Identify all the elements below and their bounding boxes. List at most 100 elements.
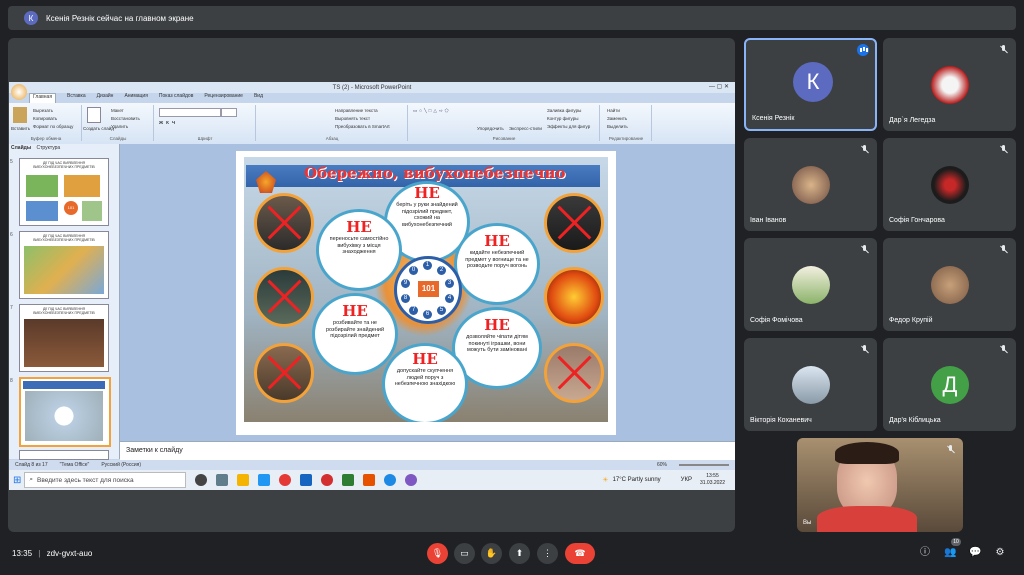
chat-icon[interactable]: 💬 (969, 547, 981, 559)
thumb-title: ДІЇ ПІД ЧАС ВИЯВЛЕННЯ ВИБУХОНЕБЕЗПЕЧНИХ … (33, 307, 95, 315)
mic-off-icon (860, 245, 869, 254)
mic-toggle-button[interactable]: 🎙 (427, 543, 448, 564)
paragraph-group: Направление текста Выровнять текст Преоб… (257, 105, 408, 141)
participant-tile[interactable]: Софія Фомічова (744, 238, 877, 331)
align-text-button[interactable]: Выровнять текст (335, 115, 370, 122)
font-size-select[interactable] (221, 108, 237, 117)
ne-label: НЕ (484, 316, 510, 334)
slide-number: 6 (10, 232, 13, 238)
smartart-button[interactable]: Преобразовать в SmartArt (335, 123, 390, 130)
cortana-icon[interactable] (195, 474, 208, 486)
tray-lang[interactable]: УКР (681, 477, 692, 483)
ne-label: НЕ (484, 232, 510, 250)
present-button[interactable]: ⬆ (509, 543, 530, 564)
new-slide-label[interactable]: Создать слайд (83, 125, 114, 132)
layout-button[interactable]: Макет (111, 107, 124, 114)
slide-counter: Слайд 8 из 17 (15, 462, 48, 468)
tab-review[interactable]: Рецензирование (204, 93, 243, 103)
self-view-tile[interactable]: Вы (797, 438, 963, 532)
replace-button[interactable]: Заменить (607, 115, 627, 122)
tab-outline[interactable]: Структура (36, 145, 60, 151)
powerpoint-taskbar-icon[interactable] (363, 474, 376, 486)
notes-pane[interactable]: Заметки к слайду (120, 441, 735, 461)
dial-digit: 9 (401, 279, 410, 288)
slide-thumbnail-7[interactable]: ДІЇ ПІД ЧАС ВИЯВЛЕННЯ ВИБУХОНЕБЕЗПЕЧНИХ … (19, 304, 109, 372)
tab-slideshow[interactable]: Показ слайдов (159, 93, 193, 103)
zoom-level[interactable]: 60% (657, 462, 667, 468)
shape-effects-button[interactable]: Эффекты для фигур (547, 123, 590, 130)
edge-icon[interactable] (300, 474, 313, 486)
participant-tile[interactable]: Федор Крупій (883, 238, 1016, 331)
shape-fill-button[interactable]: Заливка фигуры (547, 107, 581, 114)
zoom-slider[interactable] (679, 464, 729, 466)
slide-thumbnail-5[interactable]: ДІЇ ПІД ЧАС ВИЯВЛЕННЯ ВИБУХОНЕБЕЗПЕЧНИХ … (19, 158, 109, 226)
participant-tile[interactable]: Софія Гончарова (883, 138, 1016, 231)
chrome-icon[interactable] (279, 474, 292, 486)
drawing-group: ▭○╲□△⇨⬠ Упорядочить Экспресс-стили Залив… (409, 105, 600, 141)
participant-tile[interactable]: Вікторія Коханевич (744, 338, 877, 431)
presenting-notification: К Ксенія Резнік сейчас на главном экране (8, 6, 1016, 30)
window-controls-icon[interactable]: — ▢ ✕ (709, 83, 729, 90)
slide-thumbnail-6[interactable]: ДІЇ ПІД ЧАС ВИЯВЛЕННЯ ВИБУХОНЕБЕЗПЕЧНИХ … (19, 231, 109, 299)
copy-button[interactable]: Копировать (33, 115, 57, 122)
meeting-code[interactable]: zdv-gvxt-auo (47, 549, 93, 558)
font-style-buttons[interactable]: ЖКЧ (159, 119, 178, 126)
participant-tile[interactable]: Д Дар'я Кіблицька (883, 338, 1016, 431)
font-name-select[interactable] (159, 108, 221, 117)
opera-icon[interactable] (321, 474, 334, 486)
avatar (792, 166, 830, 204)
camera-toggle-button[interactable]: ▭ (454, 543, 475, 564)
cross-icon (257, 270, 311, 324)
quick-styles-button[interactable]: Экспресс-стили (509, 125, 542, 132)
paragraph-group-label: Абзац (325, 136, 339, 141)
more-options-button[interactable]: ⋮ (537, 543, 558, 564)
raise-hand-button[interactable]: ✋ (481, 543, 502, 564)
windows-start-icon[interactable]: ⊞ (13, 475, 21, 486)
meeting-details-icon[interactable]: ⓘ (919, 547, 931, 559)
tab-home[interactable]: Главная (29, 93, 57, 103)
shape-outline-button[interactable]: Контур фигуры (547, 115, 578, 122)
taskbar-clock[interactable]: 13:55 31.03.2022 (700, 473, 725, 487)
excel-icon[interactable] (342, 474, 355, 486)
taskbar-date: 31.03.2022 (699, 480, 725, 486)
tab-animation[interactable]: Анимация (124, 93, 147, 103)
tab-design[interactable]: Дизайн (97, 93, 114, 103)
arrange-button[interactable]: Упорядочить (477, 125, 504, 132)
taskbar-search[interactable]: ⌕ Введите здесь текст для поиска (24, 472, 187, 488)
select-button[interactable]: Выделить (607, 123, 628, 130)
task-view-icon[interactable] (216, 474, 229, 486)
shapes-gallery-icon[interactable]: ▭○╲□△⇨⬠ (413, 107, 451, 114)
tab-view[interactable]: Вид (254, 93, 263, 103)
new-slide-icon[interactable] (87, 107, 101, 123)
meeting-clock: 13:35 (12, 549, 33, 558)
tab-slides[interactable]: Слайды (11, 145, 31, 151)
reset-button[interactable]: Восстановить (111, 115, 140, 122)
slide-thumbnail-8[interactable] (19, 377, 111, 447)
participant-tile-presenter[interactable]: К Ксенія Резнік (744, 38, 877, 131)
dial-digit: 8 (401, 294, 410, 303)
cut-button[interactable]: Вырезать (33, 107, 53, 114)
participant-tile[interactable]: Дар`я Легедза (883, 38, 1016, 131)
delete-slide-button[interactable]: Удалить (111, 123, 128, 130)
store-icon[interactable] (258, 474, 271, 486)
present-screen-icon: ⬆ (515, 548, 524, 558)
file-explorer-icon[interactable] (237, 474, 250, 486)
text-direction-button[interactable]: Направление текста (335, 107, 378, 114)
telegram-icon[interactable] (384, 474, 397, 486)
meeting-time: 13:35 | zdv-gvxt-auo (12, 549, 93, 558)
find-button[interactable]: Найти (607, 107, 620, 114)
avatar (792, 266, 830, 304)
participant-tile[interactable]: Іван Іванов (744, 138, 877, 231)
activities-icon[interactable]: ⚙ (994, 547, 1006, 559)
dial-digit: 4 (445, 294, 454, 303)
tab-insert[interactable]: Вставка (67, 93, 86, 103)
weather-text[interactable]: 17°C Partly sunny (613, 477, 661, 483)
paste-label[interactable]: Вставить (11, 125, 30, 132)
slide-thumbnail-9[interactable] (19, 450, 109, 460)
people-icon[interactable]: 👥 (944, 547, 956, 559)
format-painter-button[interactable]: Формат по образцу (33, 123, 73, 130)
leave-call-button[interactable]: ☎ (565, 543, 595, 564)
paste-icon[interactable] (13, 107, 27, 123)
office-button-icon[interactable] (11, 84, 27, 100)
viber-icon[interactable] (405, 474, 418, 486)
